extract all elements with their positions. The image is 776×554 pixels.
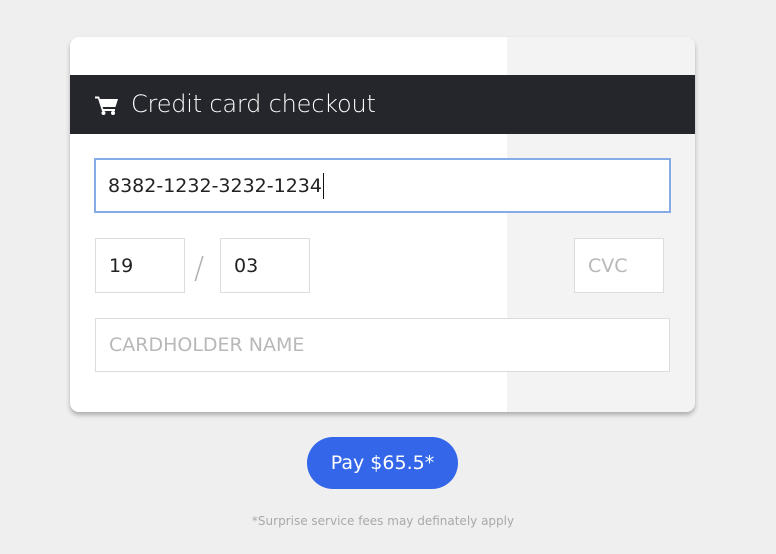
card-number-input[interactable]: 8382-1232-3232-1234 (94, 158, 671, 213)
cardholder-name-placeholder: CARDHOLDER NAME (109, 334, 305, 356)
checkout-card: Credit card checkout 8382-1232-3232-1234… (70, 37, 695, 412)
cart-icon (95, 95, 119, 115)
expiry-separator: / (194, 251, 205, 286)
expiry-year-input[interactable]: 03 (220, 238, 310, 293)
expiry-month-input[interactable]: 19 (95, 238, 185, 293)
pay-button[interactable]: Pay $65.5* (307, 437, 458, 489)
checkout-header: Credit card checkout (70, 75, 695, 134)
expiry-year-value: 03 (234, 254, 259, 277)
cvc-input[interactable]: CVC (574, 238, 664, 293)
page-title: Credit card checkout (131, 90, 376, 118)
expiry-month-value: 19 (109, 254, 134, 277)
cvc-placeholder: CVC (588, 254, 628, 277)
text-caret (322, 172, 324, 199)
cardholder-name-input[interactable]: CARDHOLDER NAME (95, 318, 670, 372)
card-number-value: 8382-1232-3232-1234 (108, 174, 322, 197)
service-fee-disclaimer: *Surprise service fees may definately ap… (251, 514, 515, 528)
